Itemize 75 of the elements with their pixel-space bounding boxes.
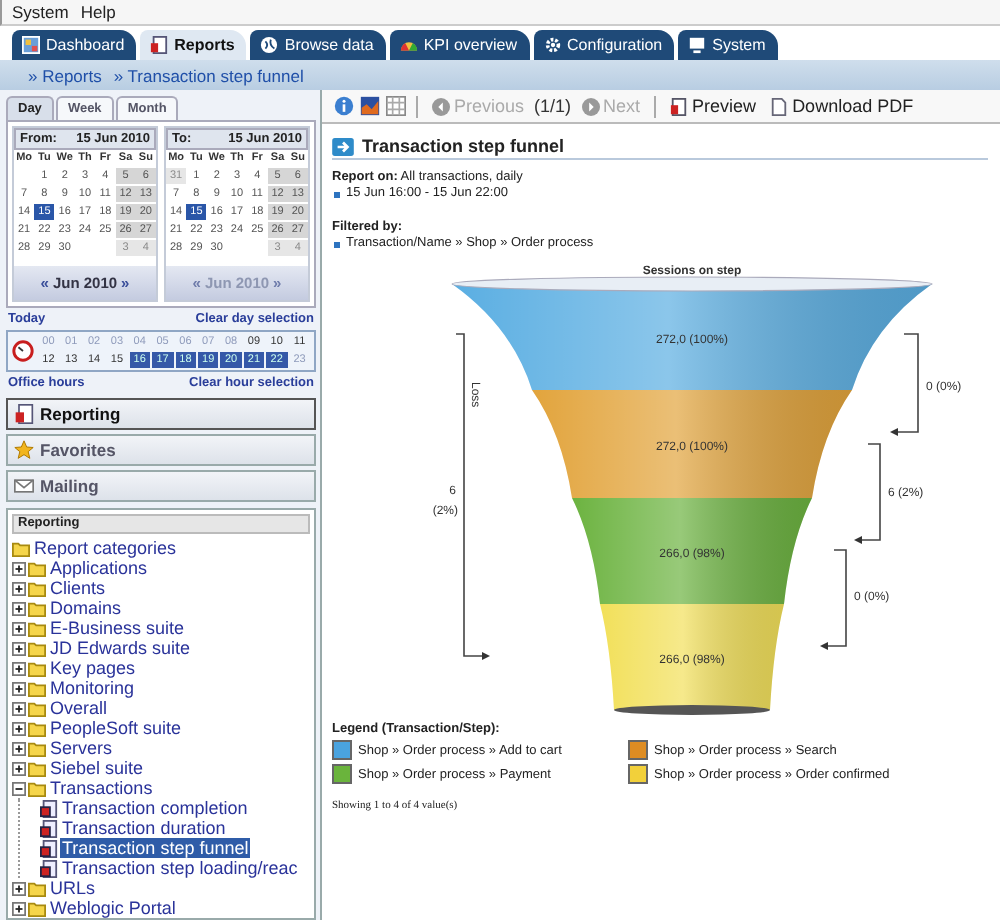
nav-tab[interactable]: Dashboard [12,30,137,60]
expand-icon[interactable] [12,741,26,755]
expand-icon[interactable] [12,581,26,595]
tree-item[interactable]: Transactions [48,778,155,798]
nav-tab[interactable]: Browse data [250,30,386,60]
breadcrumb-link[interactable]: » Transaction step funnel [113,65,304,85]
expand-icon[interactable] [12,901,26,915]
tree-item[interactable]: Clients [48,578,108,598]
report-icon [40,859,58,877]
table-icon[interactable] [386,96,406,116]
dashboard-icon [22,36,40,54]
tree-item[interactable]: URLs [48,878,98,898]
tree-item[interactable]: Transaction duration [60,818,228,838]
section-header[interactable]: Reporting [6,398,316,430]
report-icon [40,799,58,817]
expand-icon[interactable] [12,621,26,635]
download-pdf-button[interactable]: Download PDF [766,96,918,116]
menu-item[interactable]: System [12,0,69,24]
page-counter: (1/1) [534,96,572,116]
expand-icon[interactable] [12,701,26,715]
tree-item[interactable]: Overall [48,698,110,718]
tree-item[interactable]: Transaction step funnel [60,838,251,858]
tree-item[interactable]: Transaction step loading/reac [60,858,300,878]
envelope-icon [14,476,34,496]
tree-item[interactable]: Domains [48,598,124,618]
report-icon [40,819,58,837]
expand-icon[interactable] [12,561,26,575]
nav-tab[interactable]: KPI overview [389,30,530,60]
arrow-icon [332,137,354,155]
report-title: Transaction step funnel [362,136,565,156]
star-icon [14,440,34,460]
menu-item[interactable]: Help [80,0,116,24]
clock-icon [12,340,34,362]
tree-item[interactable]: PeopleSoft suite [48,718,184,738]
gauge-icon [399,36,418,54]
nav-tab[interactable]: System [678,30,778,60]
tree-item[interactable]: Monitoring [48,678,137,698]
report-icon [40,839,58,857]
expand-icon[interactable] [12,681,26,695]
expand-icon[interactable] [12,641,26,655]
preview-button[interactable]: Preview [666,96,761,116]
globe-icon [260,36,279,54]
chart-icon[interactable] [360,96,380,116]
previous-icon [432,97,450,115]
tree-item[interactable]: Report categories [32,538,179,558]
tree-item[interactable]: E-Business suite [48,618,187,638]
document-icon [150,36,169,54]
report-icon [14,404,34,424]
nav-tab[interactable]: Configuration [533,30,675,60]
expand-icon[interactable] [12,601,26,615]
section-header[interactable]: Mailing [6,470,316,502]
expand-icon[interactable] [12,721,26,735]
next-icon [581,97,600,115]
document-icon [670,97,689,115]
tree-item[interactable]: Servers [48,738,115,758]
expand-icon[interactable] [12,761,26,775]
tree-item[interactable]: JD Edwards suite [48,638,193,658]
monitor-icon [688,36,707,54]
tree-item[interactable]: Transaction completion [60,798,250,818]
pdf-file-icon [770,97,789,115]
nav-tab[interactable]: Reports [140,30,247,60]
bracket-arrow [820,549,847,650]
info-icon[interactable] [334,96,354,116]
tree-item[interactable]: Key pages [48,658,138,678]
section-header[interactable]: Favorites [6,434,316,466]
collapse-icon[interactable] [12,781,26,795]
tree-item[interactable]: Siebel suite [48,758,146,778]
bracket-arrow [890,333,919,436]
tree-item[interactable]: Applications [48,558,150,578]
tree-item[interactable]: Weblogic Portal [48,898,178,918]
expand-icon[interactable] [12,661,26,675]
gear-icon [543,36,562,54]
expand-icon[interactable] [12,881,26,895]
breadcrumb-link[interactable]: » Reports [28,65,102,85]
bracket-arrow [854,443,881,544]
